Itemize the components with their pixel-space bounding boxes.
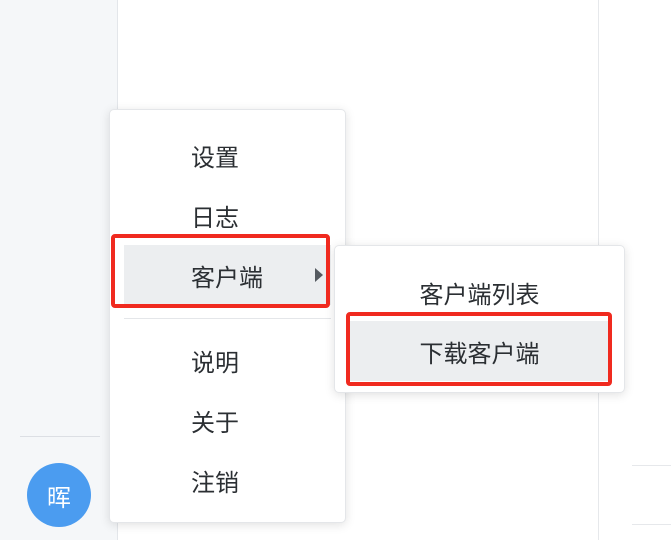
user-context-menu: 设置 日志 客户端 说明 关于 注销 [109, 109, 346, 523]
content-row-divider [632, 524, 671, 525]
sidebar-divider [20, 436, 100, 437]
highlight-annotation-download [346, 312, 612, 386]
menu-item-label: 说明 [191, 348, 239, 377]
menu-item-label: 日志 [191, 203, 239, 232]
menu-item-about[interactable]: 关于 [110, 390, 345, 450]
highlight-annotation-client [111, 234, 330, 308]
content-row-divider [632, 465, 671, 466]
menu-item-settings[interactable]: 设置 [110, 125, 345, 185]
avatar[interactable]: 晖 [27, 463, 91, 527]
avatar-text: 晖 [47, 483, 71, 512]
menu-item-label: 注销 [191, 468, 239, 497]
menu-item-label: 设置 [191, 143, 239, 172]
submenu-item-label: 客户端列表 [419, 280, 540, 309]
app-window: 晖 设置 日志 客户端 说明 关于 注销 客户端列表 下载客户端 [0, 0, 671, 540]
menu-item-label: 关于 [191, 408, 239, 437]
sidebar: 晖 [0, 0, 118, 540]
menu-divider [124, 318, 331, 319]
menu-item-logout[interactable]: 注销 [110, 450, 345, 510]
menu-item-help[interactable]: 说明 [110, 330, 345, 390]
